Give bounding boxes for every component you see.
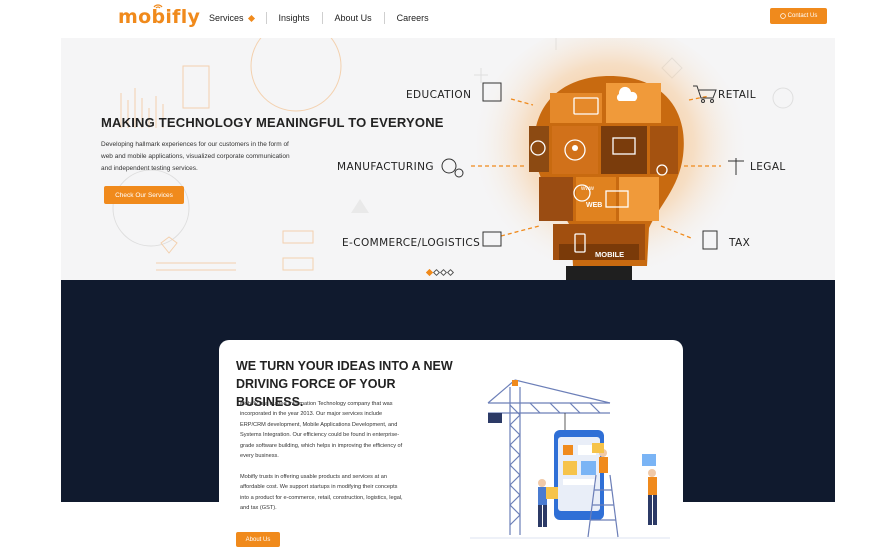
category-manufacturing: MANUFACTURING xyxy=(337,161,434,173)
bulb-label-web: WEB xyxy=(586,202,603,209)
wifi-icon xyxy=(153,4,163,9)
main-nav: Services Insights About Us Careers xyxy=(209,12,441,24)
category-ecommerce: E-COMMERCE/LOGISTICS xyxy=(342,237,481,249)
about-us-button[interactable]: About Us xyxy=(236,532,280,547)
contact-label: Contact Us xyxy=(787,13,818,19)
nav-item-services[interactable]: Services xyxy=(209,13,266,23)
nav-label: About Us xyxy=(334,13,372,23)
bulb-label-mobile: MOBILE xyxy=(595,250,625,259)
logo[interactable]: mobifly xyxy=(118,4,200,28)
diamond-icon xyxy=(247,14,255,22)
slide-dot[interactable] xyxy=(446,268,455,277)
nav-item-careers[interactable]: Careers xyxy=(385,13,441,23)
nav-label: Services xyxy=(209,13,244,23)
about-paragraph-2: Mobifly trusts in offering usable produc… xyxy=(240,474,403,512)
nav-label: Insights xyxy=(278,13,310,23)
nav-item-insights[interactable]: Insights xyxy=(267,13,322,23)
category-legal: LEGAL xyxy=(750,161,786,173)
whatsapp-icon xyxy=(779,13,786,19)
nav-item-about[interactable]: About Us xyxy=(323,13,384,23)
construction-illustration xyxy=(470,379,670,539)
category-tax: TAX xyxy=(729,237,751,249)
bulb-label-www: www xyxy=(581,186,594,192)
about-paragraph-1: Mobifly is a trusted Information Technol… xyxy=(240,401,403,460)
slider-pagination xyxy=(425,268,455,277)
category-retail: RETAIL xyxy=(718,89,757,101)
contact-us-button[interactable]: Contact Us xyxy=(770,8,827,24)
category-education: EDUCATION xyxy=(406,89,472,101)
nav-label: Careers xyxy=(396,13,429,23)
hero-banner: MAKING TECHNOLOGY MEANINGFUL TO EVERYONE… xyxy=(61,38,835,280)
site-header: mobifly Services Insights About Us Caree… xyxy=(0,0,895,38)
